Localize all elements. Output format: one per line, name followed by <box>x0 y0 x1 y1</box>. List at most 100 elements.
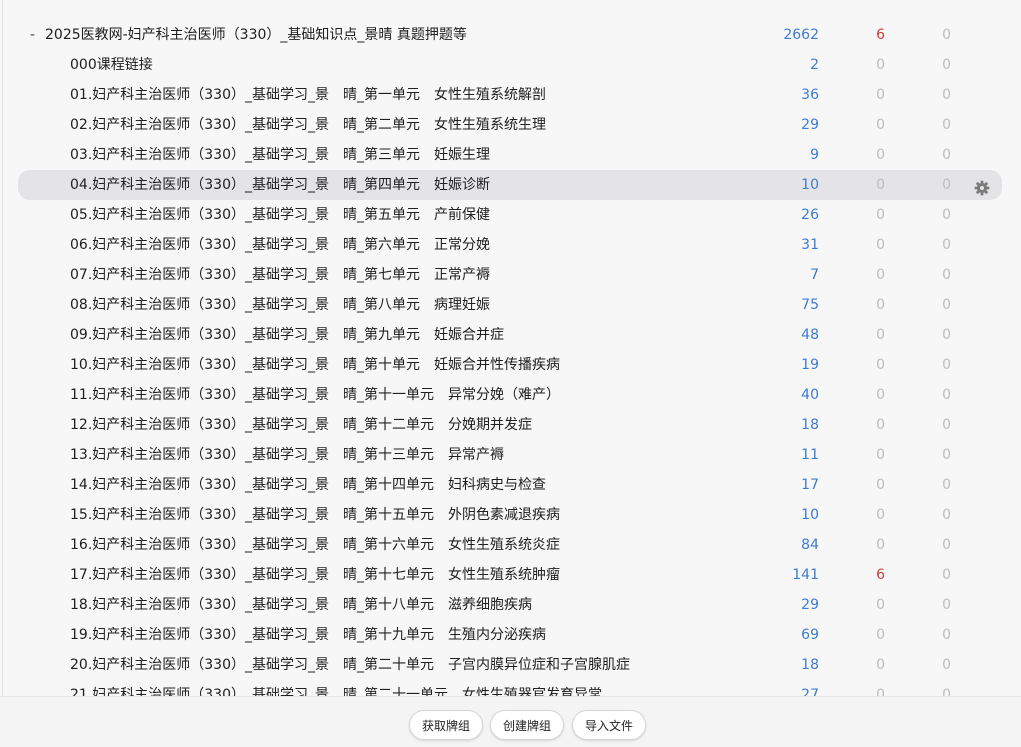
deck-name[interactable]: 2025医教网-妇产科主治医师（330）_基础知识点_景晴 真题押题等 <box>45 20 467 50</box>
deck-row[interactable]: 09.妇产科主治医师（330）_基础学习_景 晴_第九单元 妊娠合并症 48 0 0 <box>18 320 1002 350</box>
new-count: 84 <box>801 537 819 553</box>
get-shared-button[interactable]: 获取牌组 <box>409 710 484 740</box>
due-count: 0 <box>942 567 951 583</box>
learn-count: 0 <box>876 657 885 673</box>
new-count: 7 <box>810 267 819 283</box>
deck-name[interactable]: 01.妇产科主治医师（330）_基础学习_景 晴_第一单元 女性生殖系统解剖 <box>70 80 546 110</box>
new-count: 17 <box>801 477 819 493</box>
due-count: 0 <box>942 417 951 433</box>
deck-row[interactable]: 15.妇产科主治医师（330）_基础学习_景 晴_第十五单元 外阴色素减退疾病 1… <box>18 500 1002 530</box>
due-count: 0 <box>942 327 951 343</box>
new-count: 18 <box>801 417 819 433</box>
deck-name[interactable]: 000课程链接 <box>70 50 153 80</box>
deck-row[interactable]: 16.妇产科主治医师（330）_基础学习_景 晴_第十六单元 女性生殖系统炎症 8… <box>18 530 1002 560</box>
learn-count: 6 <box>876 27 885 43</box>
due-count: 0 <box>942 597 951 613</box>
due-count: 0 <box>942 207 951 223</box>
learn-count: 0 <box>876 687 885 696</box>
new-count: 26 <box>801 207 819 223</box>
gear-icon[interactable] <box>974 177 990 196</box>
learn-count: 0 <box>876 327 885 343</box>
deck-row[interactable]: 12.妇产科主治医师（330）_基础学习_景 晴_第十二单元 分娩期并发症 18 0… <box>18 410 1002 440</box>
deck-row[interactable]: 07.妇产科主治医师（330）_基础学习_景 晴_第七单元 正常产褥 7 0 0 <box>18 260 1002 290</box>
new-count: 48 <box>801 327 819 343</box>
deck-row[interactable]: 20.妇产科主治医师（330）_基础学习_景 晴_第二十单元 子宫内膜异位症和子… <box>18 650 1002 680</box>
due-count: 0 <box>942 657 951 673</box>
deck-name[interactable]: 07.妇产科主治医师（330）_基础学习_景 晴_第七单元 正常产褥 <box>70 260 490 290</box>
due-count: 0 <box>942 477 951 493</box>
create-deck-button[interactable]: 创建牌组 <box>490 710 565 740</box>
deck-row[interactable]: 10.妇产科主治医师（330）_基础学习_景 晴_第十单元 妊娠合并性传播疾病 1… <box>18 350 1002 380</box>
new-count: 40 <box>801 387 819 403</box>
deck-row[interactable]: 06.妇产科主治医师（330）_基础学习_景 晴_第六单元 正常分娩 31 0 0 <box>18 230 1002 260</box>
deck-name[interactable]: 17.妇产科主治医师（330）_基础学习_景 晴_第十七单元 女性生殖系统肿瘤 <box>70 560 560 590</box>
deck-name[interactable]: 19.妇产科主治医师（330）_基础学习_景 晴_第十九单元 生殖内分泌疾病 <box>70 620 546 650</box>
deck-name[interactable]: 02.妇产科主治医师（330）_基础学习_景 晴_第二单元 女性生殖系统生理 <box>70 110 546 140</box>
deck-row[interactable]: 21.妇产科主治医师（330）_基础学习_景 晴_第二十一单元 女性生殖器官发育… <box>18 680 1002 696</box>
new-count: 69 <box>801 627 819 643</box>
learn-count: 0 <box>876 477 885 493</box>
deck-name[interactable]: 03.妇产科主治医师（330）_基础学习_景 晴_第三单元 妊娠生理 <box>70 140 490 170</box>
new-count: 36 <box>801 87 819 103</box>
new-count: 2662 <box>783 27 819 43</box>
learn-count: 0 <box>876 627 885 643</box>
new-count: 31 <box>801 237 819 253</box>
learn-count: 0 <box>876 147 885 163</box>
deck-name[interactable]: 10.妇产科主治医师（330）_基础学习_景 晴_第十单元 妊娠合并性传播疾病 <box>70 350 560 380</box>
deck-row[interactable]: 08.妇产科主治医师（330）_基础学习_景 晴_第八单元 病理妊娠 75 0 0 <box>18 290 1002 320</box>
deck-row[interactable]: 01.妇产科主治医师（330）_基础学习_景 晴_第一单元 女性生殖系统解剖 36… <box>18 80 1002 110</box>
import-file-button[interactable]: 导入文件 <box>572 710 647 740</box>
due-count: 0 <box>942 177 951 193</box>
learn-count: 6 <box>876 567 885 583</box>
learn-count: 0 <box>876 447 885 463</box>
learn-count: 0 <box>876 267 885 283</box>
deck-name[interactable]: 09.妇产科主治医师（330）_基础学习_景 晴_第九单元 妊娠合并症 <box>70 320 504 350</box>
learn-count: 0 <box>876 357 885 373</box>
due-count: 0 <box>942 297 951 313</box>
deck-name[interactable]: 08.妇产科主治医师（330）_基础学习_景 晴_第八单元 病理妊娠 <box>70 290 490 320</box>
deck-row[interactable]: 04.妇产科主治医师（330）_基础学习_景 晴_第四单元 妊娠诊断 10 0 0 <box>18 170 1002 200</box>
deck-name[interactable]: 05.妇产科主治医师（330）_基础学习_景 晴_第五单元 产前保健 <box>70 200 490 230</box>
deck-name[interactable]: 11.妇产科主治医师（330）_基础学习_景 晴_第十一单元 异常分娩（难产） <box>70 380 560 410</box>
deck-row[interactable]: 03.妇产科主治医师（330）_基础学习_景 晴_第三单元 妊娠生理 9 0 0 <box>18 140 1002 170</box>
deck-name[interactable]: 20.妇产科主治医师（330）_基础学习_景 晴_第二十单元 子宫内膜异位症和子… <box>70 650 630 680</box>
due-count: 0 <box>942 387 951 403</box>
deck-row[interactable]: 11.妇产科主治医师（330）_基础学习_景 晴_第十一单元 异常分娩（难产） 4… <box>18 380 1002 410</box>
deck-name[interactable]: 15.妇产科主治医师（330）_基础学习_景 晴_第十五单元 外阴色素减退疾病 <box>70 500 560 530</box>
deck-row[interactable]: 000课程链接 2 0 0 <box>18 50 1002 80</box>
deck-row-parent[interactable]: - 2025医教网-妇产科主治医师（330）_基础知识点_景晴 真题押题等 26… <box>18 20 1002 50</box>
deck-name[interactable]: 18.妇产科主治医师（330）_基础学习_景 晴_第十八单元 滋养细胞疾病 <box>70 590 532 620</box>
deck-name[interactable]: 14.妇产科主治医师（330）_基础学习_景 晴_第十四单元 妇科病史与检查 <box>70 470 546 500</box>
bottom-toolbar: 获取牌组 创建牌组 导入文件 <box>0 696 1021 747</box>
new-count: 10 <box>801 507 819 523</box>
deck-row[interactable]: 13.妇产科主治医师（330）_基础学习_景 晴_第十三单元 异常产褥 11 0 0 <box>18 440 1002 470</box>
deck-name[interactable]: 06.妇产科主治医师（330）_基础学习_景 晴_第六单元 正常分娩 <box>70 230 490 260</box>
collapse-toggle[interactable]: - <box>30 20 35 50</box>
due-count: 0 <box>942 507 951 523</box>
learn-count: 0 <box>876 387 885 403</box>
deck-row[interactable]: 18.妇产科主治医师（330）_基础学习_景 晴_第十八单元 滋养细胞疾病 29 0… <box>18 590 1002 620</box>
new-count: 141 <box>792 567 819 583</box>
deck-name[interactable]: 16.妇产科主治医师（330）_基础学习_景 晴_第十六单元 女性生殖系统炎症 <box>70 530 560 560</box>
deck-name[interactable]: 04.妇产科主治医师（330）_基础学习_景 晴_第四单元 妊娠诊断 <box>70 170 490 200</box>
due-count: 0 <box>942 147 951 163</box>
deck-row[interactable]: 05.妇产科主治医师（330）_基础学习_景 晴_第五单元 产前保健 26 0 0 <box>18 200 1002 230</box>
due-count: 0 <box>942 237 951 253</box>
deck-row[interactable]: 17.妇产科主治医师（330）_基础学习_景 晴_第十七单元 女性生殖系统肿瘤 1… <box>18 560 1002 590</box>
deck-name[interactable]: 13.妇产科主治医师（330）_基础学习_景 晴_第十三单元 异常产褥 <box>70 440 504 470</box>
learn-count: 0 <box>876 87 885 103</box>
deck-name[interactable]: 12.妇产科主治医师（330）_基础学习_景 晴_第十二单元 分娩期并发症 <box>70 410 532 440</box>
learn-count: 0 <box>876 417 885 433</box>
deck-row[interactable]: 19.妇产科主治医师（330）_基础学习_景 晴_第十九单元 生殖内分泌疾病 69… <box>18 620 1002 650</box>
deck-row[interactable]: 14.妇产科主治医师（330）_基础学习_景 晴_第十四单元 妇科病史与检查 17… <box>18 470 1002 500</box>
deck-list: - 2025医教网-妇产科主治医师（330）_基础知识点_景晴 真题押题等 26… <box>0 0 1021 696</box>
learn-count: 0 <box>876 237 885 253</box>
new-count: 2 <box>810 57 819 73</box>
new-count: 19 <box>801 357 819 373</box>
deck-name[interactable]: 21.妇产科主治医师（330）_基础学习_景 晴_第二十一单元 女性生殖器官发育… <box>70 680 602 696</box>
due-count: 0 <box>942 117 951 133</box>
new-count: 75 <box>801 297 819 313</box>
learn-count: 0 <box>876 507 885 523</box>
deck-row[interactable]: 02.妇产科主治医师（330）_基础学习_景 晴_第二单元 女性生殖系统生理 29… <box>18 110 1002 140</box>
due-count: 0 <box>942 27 951 43</box>
